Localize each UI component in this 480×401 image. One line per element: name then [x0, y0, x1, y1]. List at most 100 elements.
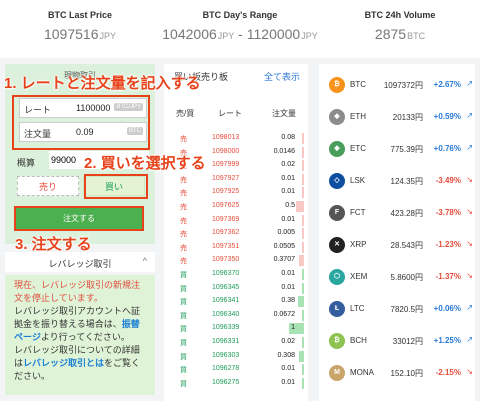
market-price: 775.39円 — [390, 145, 423, 154]
notice-text: レバレッジ取引アカウントへ証拠金を振り替える場合は、振替ページより行ってください… — [14, 306, 141, 342]
depth-bar — [298, 296, 304, 308]
market-row-etc[interactable]: ◆ ETC 775.39円 +0.76% ↗ — [319, 138, 475, 160]
order-book-row[interactable]: 売 1097362 0.005 — [164, 227, 308, 240]
order-amount: 0.308 — [277, 351, 295, 359]
order-amount: 0.01 — [281, 188, 295, 196]
sell-button[interactable]: 売り — [17, 176, 79, 196]
market-price: 5.8600円 — [390, 273, 423, 282]
order-side: 買 — [180, 353, 187, 361]
annotation-step2: 2. 買いを選択する — [84, 155, 206, 172]
stat-value: 1097516JPY — [43, 26, 117, 42]
order-amount: 0.0146 — [273, 147, 295, 155]
market-list: ₿ BTC 1097372円 +2.67% ↗ ◆ ETH 20133円 +0.59% ↗ ◆ ETC… — [319, 64, 475, 401]
order-rate: 1096275 — [212, 378, 240, 386]
market-change: +0.59% — [433, 112, 461, 121]
market-symbol: ETC — [350, 144, 366, 153]
market-symbol: XRP — [350, 240, 367, 249]
market-row-lsk[interactable]: ◇ LSK 124.35円 -3.49% ↘ — [319, 170, 475, 192]
order-book-row[interactable]: 売 1097369 0.01 — [164, 214, 308, 227]
market-row-btc[interactable]: ₿ BTC 1097372円 +2.67% ↗ — [319, 74, 475, 96]
market-price: 423.28円 — [390, 209, 423, 218]
market-symbol: FCT — [350, 208, 366, 217]
order-book-row[interactable]: 買 1096341 0.38 — [164, 295, 308, 308]
litecoin-icon: Ł — [329, 301, 345, 317]
order-book-row[interactable]: 売 1098013 0.08 — [164, 132, 308, 145]
order-side: 買 — [180, 326, 187, 334]
order-book-row[interactable]: 売 1097925 0.01 — [164, 186, 308, 199]
order-rate: 1096341 — [212, 297, 240, 305]
order-book-row[interactable]: 売 1097927 0.01 — [164, 173, 308, 186]
order-rate: 1097625 — [212, 202, 240, 209]
trend-up-icon: ↗ — [466, 79, 473, 88]
order-book-row[interactable]: 買 1096345 0.01 — [164, 282, 308, 295]
order-rate: 1096278 — [212, 365, 240, 373]
market-price: 20133円 — [392, 113, 423, 122]
order-rate: 1096331 — [212, 338, 240, 345]
monacoin-icon: M — [329, 365, 345, 381]
notice-text: レバレッジ取引についての詳細はレバレッジ取引とはをご覧ください。 — [14, 345, 141, 381]
chevron-up-icon[interactable]: ^ — [143, 256, 147, 266]
order-side: 売 — [180, 190, 187, 198]
leverage-info-link[interactable]: レバレッジ取引とは — [23, 358, 104, 368]
order-rate: 1096370 — [212, 270, 240, 277]
market-row-xrp[interactable]: ✕ XRP 28.543円 -1.23% ↘ — [319, 234, 475, 256]
stat-label: BTC Last Price — [47, 10, 113, 20]
order-book-row[interactable]: 買 1096370 0.01 — [164, 268, 308, 281]
order-book-row[interactable]: 売 1097350 0.3707 — [164, 254, 308, 267]
lisk-icon: ◇ — [329, 173, 345, 189]
leverage-header[interactable]: レバレッジ取引 ^ — [5, 252, 155, 272]
market-row-xem[interactable]: ⬡ XEM 5.8600円 -1.37% ↘ — [319, 266, 475, 288]
market-price: 7820.5円 — [390, 305, 423, 314]
order-side: 売 — [180, 258, 187, 266]
order-book-row[interactable]: 買 1096303 0.308 — [164, 350, 308, 363]
order-book-row[interactable]: 売 1097625 0.5 — [164, 200, 308, 213]
market-row-bch[interactable]: ₿ BCH 33012円 +1.25% ↗ — [319, 330, 475, 352]
depth-bar — [302, 228, 304, 240]
trend-down-icon: ↘ — [466, 271, 473, 280]
market-row-eth[interactable]: ◆ ETH 20133円 +0.59% ↗ — [319, 106, 475, 128]
order-side: 買 — [180, 272, 187, 279]
order-book-row[interactable]: 買 1096275 0.01 — [164, 377, 308, 390]
order-book-row[interactable]: 買 1096331 0.02 — [164, 336, 308, 349]
order-book-row[interactable]: 売 1097351 0.0505 — [164, 241, 308, 254]
market-price: 33012円 — [392, 337, 423, 346]
order-book-row[interactable]: 買 1096340 0.0672 — [164, 309, 308, 322]
order-rate: 1097362 — [212, 229, 240, 237]
depth-bar — [299, 255, 304, 267]
trend-down-icon: ↘ — [466, 175, 473, 184]
market-row-fct[interactable]: F FCT 423.28円 -3.78% ↘ — [319, 202, 475, 224]
market-change: +0.06% — [433, 304, 461, 313]
notice-text: 現在、レバレッジ取引の新規注文を停止しています。 — [14, 280, 141, 303]
order-amount: 0.02 — [281, 338, 295, 345]
annotation-box — [14, 206, 144, 231]
order-amount: 0.01 — [281, 365, 295, 373]
market-symbol: BTC — [350, 80, 366, 89]
annotation-step3: 3. 注文する — [15, 236, 92, 253]
depth-bar — [302, 146, 304, 158]
last-price-stat: BTC Last Price 1097516JPY — [0, 10, 160, 42]
market-symbol: LTC — [350, 304, 365, 313]
bitcoin-icon: ₿ — [329, 77, 345, 93]
market-row-ltc[interactable]: Ł LTC 7820.5円 +0.06% ↗ — [319, 298, 475, 320]
order-side: 買 — [180, 312, 187, 320]
volume-stat: BTC 24h Volume 2875BTC — [320, 10, 480, 42]
market-symbol: MONA — [350, 368, 374, 377]
order-book-row[interactable]: 買 1096339 1 — [164, 322, 308, 335]
depth-bar — [302, 337, 304, 348]
day-range-stat: BTC Day's Range 1042006JPY - 1120000JPY — [160, 10, 320, 42]
show-all-link[interactable]: 全て表示 — [264, 70, 300, 83]
market-change: +1.25% — [433, 336, 461, 345]
market-change: -1.23% — [435, 240, 461, 249]
market-price: 124.35円 — [390, 177, 423, 186]
order-rate: 1098000 — [212, 147, 240, 155]
order-amount: 0.3707 — [273, 256, 295, 264]
market-symbol: XEM — [350, 272, 368, 281]
order-amount: 0.08 — [281, 134, 295, 141]
order-book: 買い板売り板 全て表示 売/買 レート 注文量 売 1098013 0.08 売 109… — [164, 64, 308, 401]
ticker-header: BTC Last Price 1097516JPY BTC Day's Rang… — [0, 0, 480, 58]
market-row-mona[interactable]: M MONA 152.10円 -2.15% ↘ — [319, 362, 475, 384]
order-book-row[interactable]: 買 1096278 0.01 — [164, 363, 308, 376]
nem-icon: ⬡ — [329, 269, 345, 285]
annotation-box — [12, 95, 150, 150]
order-rate: 1096345 — [212, 283, 240, 291]
